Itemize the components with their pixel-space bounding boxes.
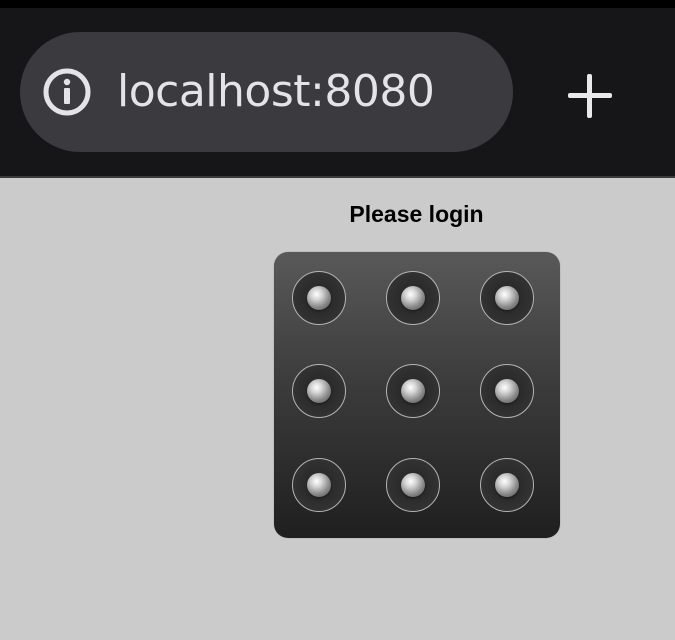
pattern-dot-4[interactable]	[292, 364, 346, 418]
pattern-dot-ball	[401, 286, 425, 310]
plus-icon[interactable]	[560, 66, 620, 126]
pattern-dot-1[interactable]	[292, 271, 346, 325]
pattern-dot-3[interactable]	[480, 271, 534, 325]
pattern-dot-ball	[401, 473, 425, 497]
pattern-dot-ball	[401, 379, 425, 403]
pattern-dot-9[interactable]	[480, 458, 534, 512]
pattern-dot-ball	[495, 473, 519, 497]
pattern-lock-pad[interactable]	[274, 252, 560, 538]
pattern-dot-ball	[307, 473, 331, 497]
pattern-dot-8[interactable]	[386, 458, 440, 512]
browser-toolbar: localhost:8080	[0, 0, 675, 178]
pattern-dot-ball	[307, 286, 331, 310]
pattern-dot-ball	[307, 379, 331, 403]
pattern-dot-2[interactable]	[386, 271, 440, 325]
address-bar[interactable]: localhost:8080	[20, 32, 513, 152]
info-icon[interactable]	[42, 67, 92, 117]
pattern-dot-7[interactable]	[292, 458, 346, 512]
pattern-dot-ball	[495, 286, 519, 310]
url-text[interactable]: localhost:8080	[117, 62, 435, 122]
pattern-dot-ball	[495, 379, 519, 403]
pattern-dot-5[interactable]	[386, 364, 440, 418]
page-title: Please login	[349, 201, 484, 227]
pattern-dot-6[interactable]	[480, 364, 534, 418]
